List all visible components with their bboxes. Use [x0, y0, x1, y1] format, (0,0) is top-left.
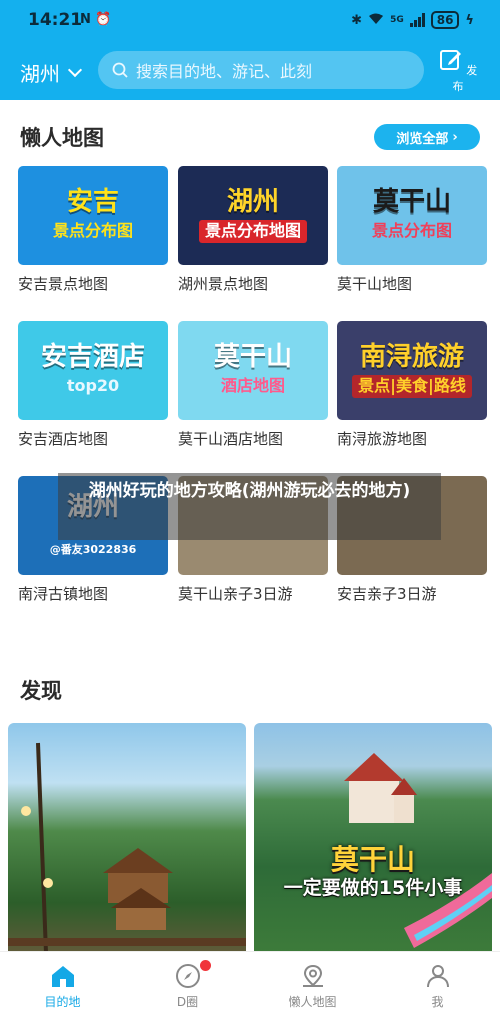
thumbnail-subtitle: 酒店地图	[220, 376, 285, 396]
map-card-label: 湖州景点地图	[178, 275, 269, 293]
browse-all-button[interactable]: 浏览全部 ›	[374, 124, 480, 150]
wifi-icon	[368, 12, 384, 29]
battery-indicator: 86	[430, 11, 460, 29]
lazy-map-title: 懒人地图	[20, 126, 104, 150]
network-type: 5G	[390, 15, 404, 25]
tab-destination[interactable]: 目的地	[0, 952, 125, 1013]
tab-me-label: 我	[431, 995, 444, 1009]
status-right: ✱ 5G 86 ϟ	[351, 11, 474, 29]
search-placeholder: 搜索目的地、游记、此刻	[136, 62, 313, 81]
thumbnail-title: 安吉	[66, 186, 119, 217]
compass-icon	[175, 964, 200, 988]
map-card-label: 安吉景点地图	[18, 275, 109, 293]
browse-all-label: 浏览全部	[396, 131, 449, 147]
thumbnail-title: 莫干山	[372, 186, 451, 217]
notification-icons: N ⏰	[80, 12, 112, 27]
map-card[interactable]: 湖州景点分布地图湖州景点地图	[178, 166, 328, 294]
tab-d-circle[interactable]: D圈	[125, 952, 250, 1013]
signal-icon	[409, 13, 425, 27]
map-card[interactable]: 莫干山景点分布图莫干山地图	[337, 166, 487, 294]
search-icon	[112, 62, 128, 78]
thumbnail-subtitle: 景点分布地图	[198, 220, 307, 244]
bottom-nav: 目的地 D圈 懒人地图 我	[0, 951, 500, 1013]
map-card[interactable]: 南浔旅游景点|美食|路线南浔旅游地图	[337, 321, 487, 449]
city-selector[interactable]: 湖州	[20, 58, 83, 87]
discover-title: 发现	[20, 679, 62, 703]
moganshan-feed-subtitle: 一定要做的15件小事	[283, 877, 463, 899]
thumbnail-subtitle: @番友3022836	[49, 542, 137, 556]
feed-card-moganshan[interactable]: 莫干山 一定要做的15件小事	[254, 723, 492, 963]
charging-icon: ϟ	[465, 12, 474, 28]
search-input[interactable]: 搜索目的地、游记、此刻	[98, 51, 424, 89]
map-card-thumbnail: 安吉 景点分布图	[18, 166, 168, 265]
chevron-down-icon	[67, 62, 83, 77]
map-card-label: 南浔古镇地图	[18, 585, 109, 603]
user-icon	[426, 965, 449, 988]
thumbnail-title: 安吉酒店	[40, 341, 145, 372]
map-card[interactable]: 安吉景点分布图安吉景点地图	[18, 166, 168, 294]
map-card[interactable]: 莫干山 酒店地图 莫干山酒店地图	[178, 321, 328, 449]
article-title-overlay: 湖州好玩的地方攻略(湖州游玩必去的地方)	[58, 473, 441, 540]
edit-icon	[439, 50, 461, 70]
map-card-thumbnail: 莫干山 酒店地图	[178, 321, 328, 420]
bluetooth-icon: ✱	[351, 12, 363, 28]
map-card-thumbnail: 安吉酒店 top20	[18, 321, 168, 420]
map-card-label: 南浔旅游地图	[337, 430, 428, 448]
city-name: 湖州	[20, 62, 60, 86]
thumbnail-subtitle: 景点分布图	[371, 221, 452, 241]
thumbnail-title: 南浔旅游	[359, 341, 464, 372]
status-time: 14:21	[28, 10, 83, 30]
status-bar: 14:21 N ⏰ ✱ 5G 86 ϟ	[0, 0, 500, 40]
thumbnail-subtitle: top20	[66, 376, 120, 396]
publish-button[interactable]: 发布	[436, 48, 480, 94]
thumbnail-subtitle: 景点|美食|路线	[352, 375, 472, 399]
map-pin-icon	[302, 964, 323, 987]
thumbnail-title: 湖州	[226, 186, 279, 217]
tab-lazy-map-label: 懒人地图	[288, 995, 337, 1009]
top-header: 14:21 N ⏰ ✱ 5G 86 ϟ 湖州 搜索目的地、游记、此刻 发布	[0, 0, 500, 100]
treehouse-image	[8, 742, 246, 954]
notification-badge	[200, 960, 211, 971]
map-card-label: 安吉酒店地图	[18, 430, 109, 448]
thumbnail-title: 莫干山	[213, 341, 292, 372]
tab-destination-label: 目的地	[44, 995, 81, 1009]
map-card-label: 莫干山亲子3日游	[178, 585, 293, 603]
thumbnail-subtitle: 景点分布图	[52, 221, 133, 241]
map-card-label: 莫干山酒店地图	[178, 430, 284, 448]
tab-d-circle-label: D圈	[176, 995, 199, 1009]
tab-lazy-map[interactable]: 懒人地图	[250, 952, 375, 1013]
moganshan-feed-title: 莫干山	[330, 843, 415, 876]
map-card-thumbnail: 湖州 景点分布地图	[178, 166, 328, 265]
feed-card-treehouse[interactable]	[8, 723, 246, 963]
tab-me[interactable]: 我	[375, 952, 500, 1013]
map-card-label: 莫干山地图	[337, 275, 413, 293]
map-card[interactable]: 安吉酒店 top20 安吉酒店地图	[18, 321, 168, 449]
map-card-label: 安吉亲子3日游	[337, 585, 437, 603]
map-card-thumbnail: 南浔旅游景点|美食|路线	[337, 321, 487, 420]
chevron-right-icon: ›	[452, 129, 458, 145]
map-card-thumbnail: 莫干山 景点分布图	[337, 166, 487, 265]
home-icon	[51, 966, 74, 987]
